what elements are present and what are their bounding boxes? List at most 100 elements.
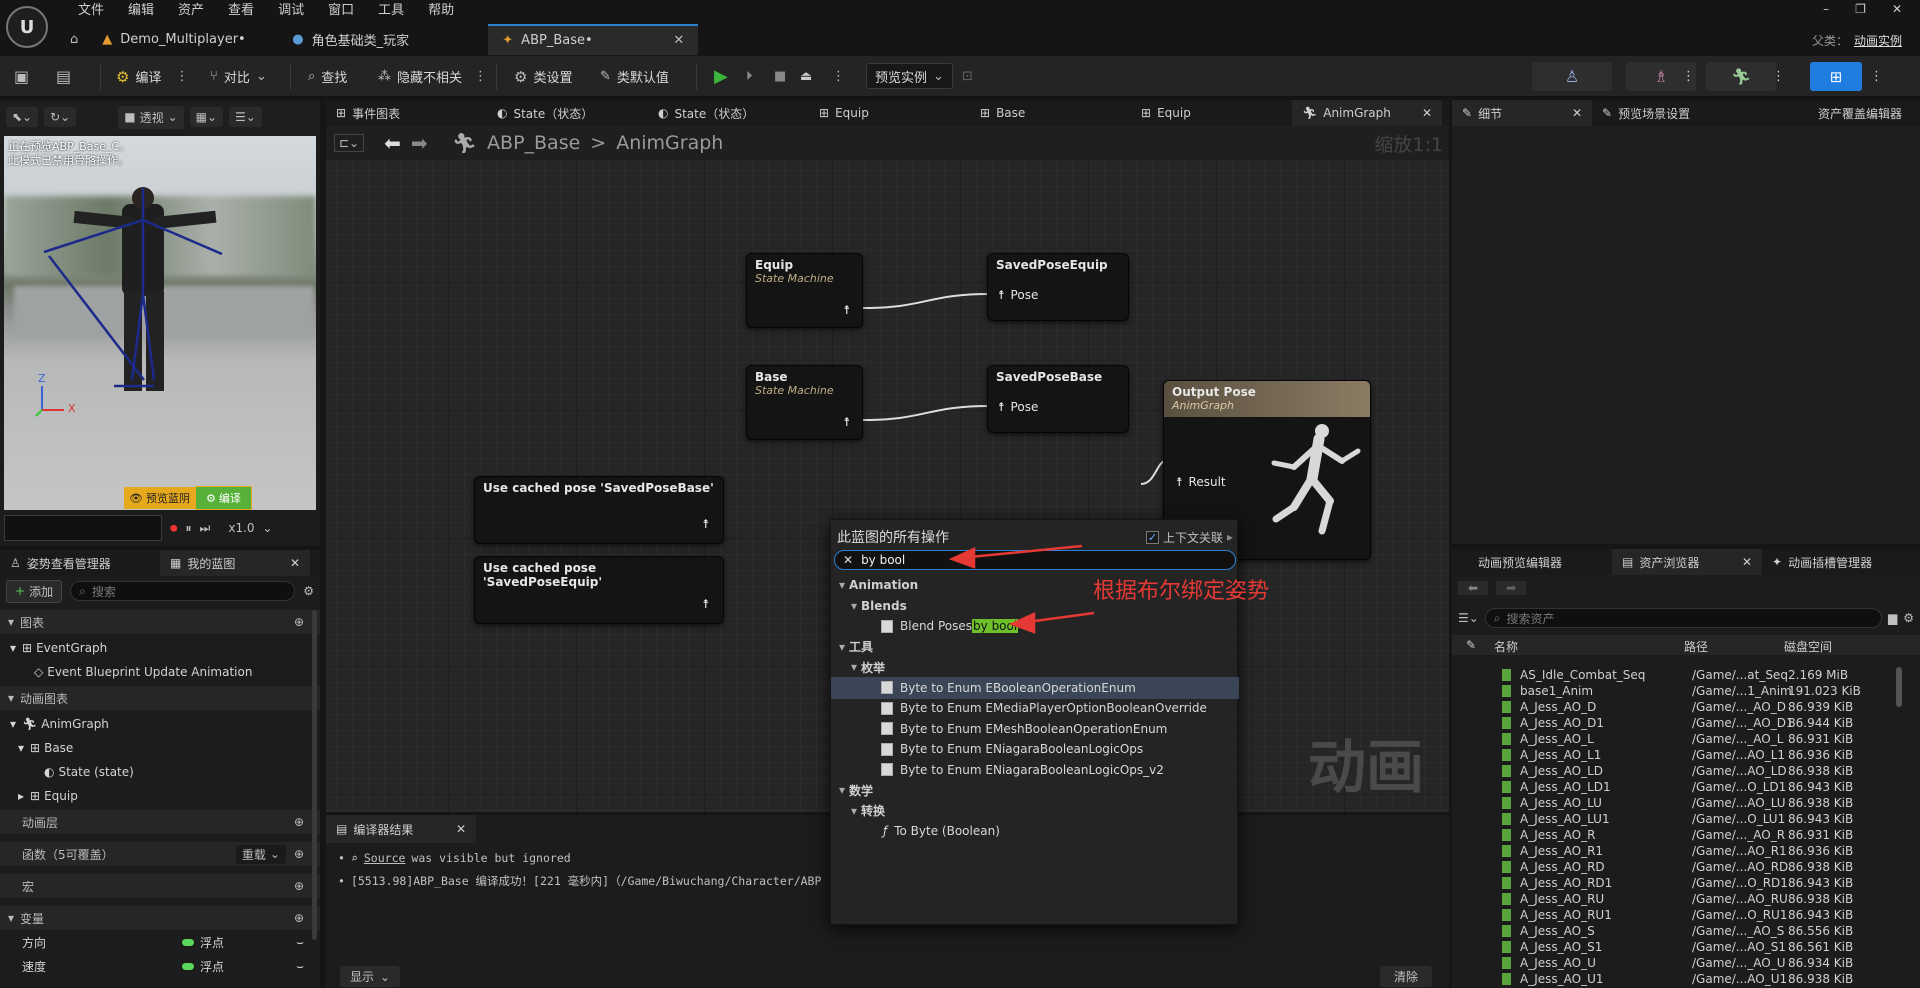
- add-circle-icon[interactable]: ⊕: [294, 615, 304, 629]
- action-item[interactable]: Byte to Enum ENiagaraBooleanLogicOps_v2: [831, 759, 1239, 781]
- action-item[interactable]: Byte to Enum EMediaPlayerOptionBooleanOv…: [831, 697, 1239, 719]
- folder-icon[interactable]: ▆: [1888, 611, 1897, 625]
- tab-preview-scene[interactable]: ✎ 预览场景设置: [1592, 100, 1762, 126]
- minimize-icon[interactable]: –: [1823, 2, 1829, 16]
- pose-pin-icon[interactable]: ☨: [702, 517, 709, 531]
- select-mode-icon[interactable]: ⬉⌄: [6, 107, 39, 127]
- close-icon[interactable]: ✕: [1572, 106, 1582, 120]
- menu-item[interactable]: 调试: [266, 3, 316, 19]
- add-circle-icon[interactable]: ⊕: [294, 847, 304, 861]
- tab-anim-slots[interactable]: ✦ 动画插槽管理器: [1762, 549, 1882, 575]
- diff-button[interactable]: ⑂ 对比 ⌄: [210, 56, 267, 97]
- add-button[interactable]: + 添加: [6, 579, 63, 603]
- preview-badge[interactable]: 👁︎ 预览蓝阴: [124, 487, 195, 509]
- find-button[interactable]: ⌕ 查找: [308, 56, 347, 97]
- breadcrumb-root[interactable]: ABP_Base: [487, 132, 580, 154]
- class-settings-button[interactable]: ⚙ 类设置: [514, 56, 572, 97]
- asset-row[interactable]: A_Jess_AO_D/Game/..._AO_D 86.939 KiB: [1460, 699, 1906, 715]
- graph-tab[interactable]: ⊞ 事件图表: [326, 100, 487, 126]
- action-item[interactable]: Byte to Enum EBooleanOperationEnum: [831, 676, 1239, 699]
- asset-row[interactable]: AS_Idle_Combat_Seq/Game/...at_Seq 2.169 M…: [1460, 667, 1906, 683]
- graph-tab[interactable]: ◐ State（状态）: [648, 100, 809, 126]
- action-item[interactable]: Byte to Enum EMeshBooleanOperationEnum: [831, 718, 1239, 740]
- col-size[interactable]: 磁盘空间: [1784, 638, 1832, 655]
- section-anim-layers[interactable]: 动画层 ⊕: [0, 810, 320, 834]
- close-icon[interactable]: ✕: [1422, 106, 1432, 120]
- asset-row[interactable]: A_Jess_AO_LU1/Game/...O_LU1 86.943 KiB: [1460, 811, 1906, 827]
- asset-row[interactable]: A_Jess_AO_L1/Game/...AO_L1 86.936 KiB: [1460, 747, 1906, 763]
- close-icon[interactable]: ✕: [290, 556, 300, 570]
- pose-pin-icon[interactable]: ☨: [843, 303, 850, 317]
- close-icon[interactable]: ✕: [673, 33, 684, 48]
- preview-instance-dropdown[interactable]: 预览实例 ⌄: [866, 63, 953, 89]
- close-window-icon[interactable]: ✕: [1892, 2, 1902, 16]
- compile-button[interactable]: ⚙ 编译 ⋮: [116, 56, 188, 97]
- unreal-logo-icon[interactable]: U: [6, 6, 48, 48]
- graph-tab[interactable]: ◐ State（状态）: [487, 100, 648, 126]
- context-sensitive-toggle[interactable]: ✓ 上下文关联 ▸: [1145, 529, 1233, 546]
- pose-pin-icon[interactable]: ☨: [843, 415, 850, 429]
- action-item[interactable]: ƒ To Byte (Boolean): [831, 820, 1239, 842]
- doc-tab-character[interactable]: ● 角色基础类_玩家: [278, 24, 488, 55]
- asset-row[interactable]: A_Jess_AO_L/Game/..._AO_L 86.931 KiB: [1460, 731, 1906, 747]
- col-path[interactable]: 路径: [1684, 638, 1708, 655]
- filter-icon[interactable]: ☰⌄: [1458, 611, 1479, 625]
- clear-search-icon[interactable]: ✕: [843, 553, 853, 567]
- debug-filter-button[interactable]: ⊡: [962, 56, 973, 97]
- eye-closed-icon[interactable]: ⌣: [296, 935, 304, 950]
- more-icon[interactable]: ⋮: [1682, 56, 1695, 97]
- hamburger-icon[interactable]: ☰⌄: [229, 107, 262, 127]
- forward-arrow-icon[interactable]: ➡: [1496, 581, 1527, 595]
- save-button[interactable]: ▣: [14, 56, 29, 97]
- back-arrow-icon[interactable]: ⬅: [384, 131, 401, 155]
- menu-item[interactable]: 编辑: [116, 3, 166, 19]
- menu-item[interactable]: 资产: [166, 3, 216, 19]
- tab-anim-preview[interactable]: 动画预览编辑器: [1452, 549, 1612, 575]
- graph-tab[interactable]: ⊞ Base: [970, 100, 1131, 126]
- tab-details[interactable]: ✎ 细节 ✕: [1452, 100, 1592, 126]
- tree-base[interactable]: ▾ ⊞ Base: [0, 736, 320, 760]
- menu-item[interactable]: 帮助: [416, 3, 466, 19]
- step-forward-icon[interactable]: ⏭: [200, 521, 211, 536]
- tab-asset-override[interactable]: 资产覆盖编辑器: [1808, 100, 1912, 126]
- animation-mode-button[interactable]: 🏃︎: [1706, 62, 1776, 91]
- eject-button[interactable]: ⏏: [800, 56, 812, 97]
- rotate-icon[interactable]: ↻⌄: [44, 107, 77, 127]
- tree-event-update[interactable]: ◇ Event Blueprint Update Animation: [0, 660, 320, 684]
- tree-state[interactable]: ◐ State (state): [0, 760, 320, 784]
- node-saved-pose-base[interactable]: SavedPoseBase ☨ Pose: [987, 365, 1129, 433]
- asset-row[interactable]: A_Jess_AO_S1/Game/...AO_S1 86.561 KiB: [1460, 939, 1906, 955]
- menu-item[interactable]: 查看: [216, 3, 266, 19]
- pause-icon[interactable]: ⏸: [186, 521, 192, 536]
- node-cached-pose-equip[interactable]: Use cached pose 'SavedPoseEquip' ☨: [474, 556, 724, 624]
- section-graphs[interactable]: ▾ 图表 ⊕: [0, 610, 320, 634]
- record-icon[interactable]: ⏺: [170, 519, 178, 537]
- section-anim-graphs[interactable]: ▾ 动画图表: [0, 686, 320, 710]
- close-icon[interactable]: ✕: [456, 822, 466, 836]
- asset-row[interactable]: A_Jess_AO_LD/Game/...AO_LD 86.938 KiB: [1460, 763, 1906, 779]
- class-defaults-button[interactable]: ✎ 类默认值: [600, 56, 669, 97]
- asset-row[interactable]: A_Jess_AO_RU/Game/...AO_RU 86.938 KiB: [1460, 891, 1906, 907]
- bookmark-icon[interactable]: ⊏⌄: [334, 134, 365, 152]
- action-category[interactable]: ▾ 枚举: [831, 656, 1239, 678]
- col-name[interactable]: 名称: [1494, 638, 1518, 655]
- asset-row[interactable]: A_Jess_AO_R/Game/..._AO_R 86.931 KiB: [1460, 827, 1906, 843]
- graph-tab[interactable]: 🏃︎ AnimGraph ✕: [1292, 100, 1442, 126]
- tree-equip[interactable]: ▸ ⊞ Equip: [0, 784, 320, 808]
- graph-tab[interactable]: ⊞ Equip: [809, 100, 970, 126]
- add-circle-icon[interactable]: ⊕: [294, 815, 304, 829]
- asset-row[interactable]: A_Jess_AO_LU/Game/...AO_LU 86.938 KiB: [1460, 795, 1906, 811]
- home-tab[interactable]: ⌂: [60, 24, 88, 55]
- back-arrow-icon[interactable]: ⬅: [1458, 581, 1489, 595]
- more-icon[interactable]: ⋮: [175, 69, 188, 84]
- asset-search-input[interactable]: ⌕ 搜索资产: [1484, 608, 1882, 628]
- tab-pose-watch[interactable]: ♙ 姿势查看管理器: [0, 550, 160, 576]
- section-macros[interactable]: 宏 ⊕: [0, 874, 320, 898]
- gear-icon[interactable]: ⚙: [1903, 611, 1914, 625]
- more-icon[interactable]: ⋮: [1870, 56, 1883, 97]
- node-equip-state-machine[interactable]: Equip State Machine ☨: [746, 253, 863, 328]
- play-button[interactable]: ▶: [714, 56, 728, 97]
- asset-row[interactable]: A_Jess_AO_S/Game/..._AO_S 86.556 KiB: [1460, 923, 1906, 939]
- pose-pin-icon[interactable]: ☨: [998, 400, 1005, 414]
- show-dropdown[interactable]: 显示 ⌄: [340, 966, 401, 987]
